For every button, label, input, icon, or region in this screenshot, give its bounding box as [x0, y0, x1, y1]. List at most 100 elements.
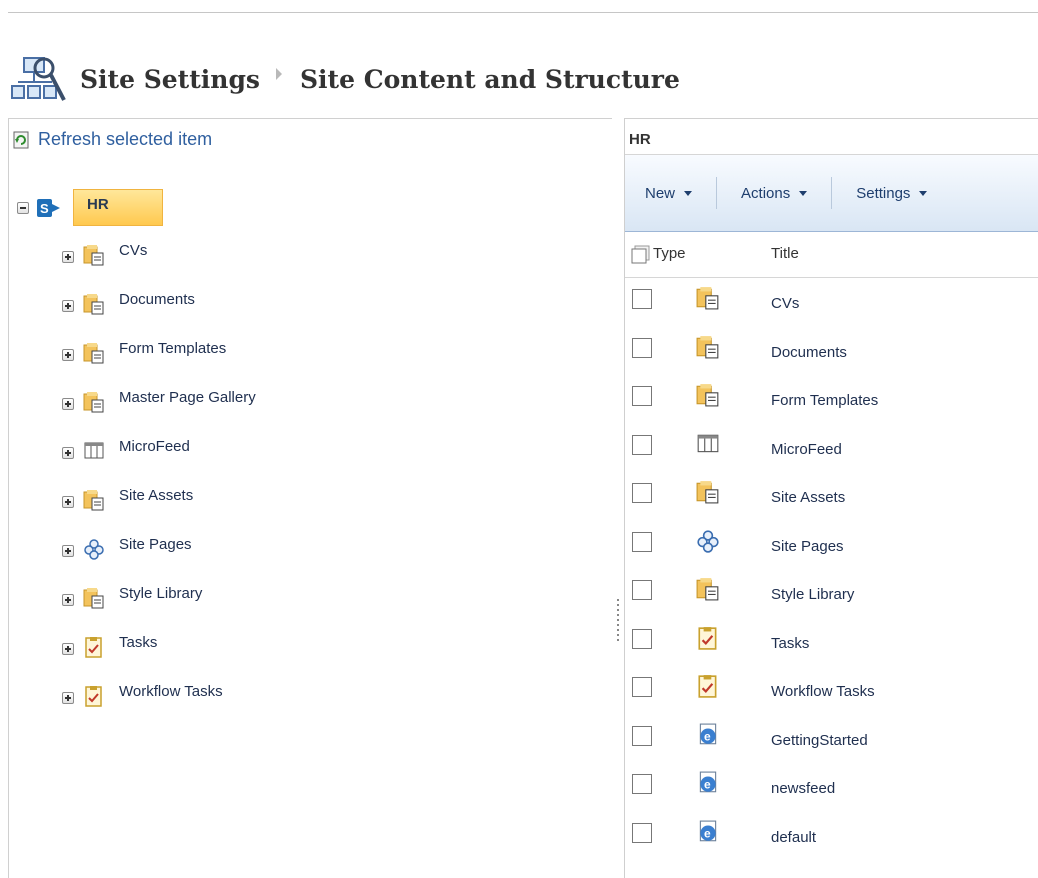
- row-checkbox[interactable]: [632, 580, 652, 600]
- page-title: Site Content and Structure: [300, 64, 680, 94]
- row-checkbox[interactable]: [632, 289, 652, 309]
- row-title-link[interactable]: GettingStarted: [771, 732, 868, 749]
- tasks-icon: [85, 637, 102, 658]
- site-hierarchy-icon: [11, 57, 66, 101]
- tree-item-workflow-tasks[interactable]: Workflow Tasks: [62, 682, 223, 708]
- row-checkbox[interactable]: [632, 822, 652, 843]
- row-title-link[interactable]: Site Assets: [771, 489, 845, 506]
- folder-document-icon: [83, 294, 104, 315]
- tree-pane: Refresh selected item S HR CVs Documents…: [8, 118, 612, 878]
- settings-menu-button[interactable]: Settings: [856, 185, 928, 202]
- folder-document-icon: [696, 481, 719, 504]
- row-title-link[interactable]: newsfeed: [771, 780, 835, 797]
- refresh-icon: [13, 131, 29, 148]
- row-title-link[interactable]: default: [771, 829, 816, 846]
- select-all-icon[interactable]: [631, 245, 651, 265]
- folder-document-icon: [83, 343, 104, 364]
- new-menu-button[interactable]: New: [645, 184, 693, 202]
- dropdown-arrow-icon: [919, 190, 928, 196]
- expand-icon[interactable]: [62, 398, 74, 410]
- tree-item-master-page-gallery[interactable]: Master Page Gallery: [62, 389, 256, 414]
- list-row[interactable]: Site Assets: [625, 472, 1038, 521]
- row-title-link[interactable]: Documents: [771, 344, 847, 361]
- row-title-link[interactable]: CVs: [771, 295, 799, 312]
- new-label: New: [645, 184, 676, 202]
- web-page-icon: e: [699, 820, 717, 841]
- tree-item-label: Site Pages: [119, 535, 192, 553]
- row-checkbox[interactable]: [632, 628, 652, 649]
- tree-item-tasks[interactable]: Tasks: [62, 634, 157, 659]
- folder-document-icon: [83, 588, 104, 609]
- expand-icon[interactable]: [62, 594, 74, 606]
- expand-icon[interactable]: [62, 300, 74, 312]
- tree-item-site-assets[interactable]: Site Assets: [62, 487, 193, 512]
- list-row[interactable]: CVs: [625, 278, 1038, 327]
- refresh-label: Refresh selected item: [38, 129, 213, 149]
- web-page-icon: e: [699, 771, 717, 793]
- list-row[interactable]: Documents: [625, 327, 1038, 376]
- list-row[interactable]: Site Pages: [625, 521, 1038, 570]
- content-pane: HR New Actions Settings Type Title CVs D…: [624, 118, 1038, 878]
- row-title-link[interactable]: Form Templates: [771, 392, 878, 409]
- site-pages-icon: [697, 529, 719, 553]
- tree-item-form-templates[interactable]: Form Templates: [62, 339, 227, 365]
- expand-icon[interactable]: [62, 545, 74, 557]
- content-pane-title: HR: [625, 118, 1038, 155]
- collapse-icon[interactable]: [17, 201, 29, 214]
- tree-item-microfeed[interactable]: MicroFeed: [62, 437, 190, 463]
- list-row[interactable]: e newsfeed: [625, 763, 1038, 812]
- expand-icon[interactable]: [62, 692, 74, 704]
- row-title-link[interactable]: Style Library: [771, 586, 854, 603]
- folder-document-icon: [696, 335, 719, 358]
- tree-item-documents[interactable]: Documents: [62, 291, 195, 316]
- list-row[interactable]: e default: [625, 812, 1038, 861]
- list-icon: [697, 434, 719, 452]
- list-header: Type Title: [625, 232, 1038, 278]
- row-title-link[interactable]: Tasks: [771, 635, 809, 652]
- expand-icon[interactable]: [62, 251, 74, 263]
- tree-item-site-pages[interactable]: Site Pages: [62, 535, 192, 561]
- tree-item-label: Form Templates: [119, 339, 227, 357]
- site-pages-icon: [84, 539, 104, 560]
- row-checkbox[interactable]: [632, 725, 652, 746]
- expand-icon[interactable]: [62, 496, 74, 508]
- refresh-selected-item-link[interactable]: Refresh selected item: [13, 129, 212, 150]
- tree-item-cvs[interactable]: CVs: [62, 242, 147, 267]
- row-checkbox[interactable]: [632, 337, 652, 358]
- row-checkbox[interactable]: [632, 677, 652, 697]
- actions-menu-button[interactable]: Actions: [741, 185, 808, 202]
- tree-item-label: Style Library: [119, 584, 203, 602]
- tasks-icon: [85, 686, 102, 707]
- column-header-type[interactable]: Type: [653, 245, 686, 262]
- breadcrumb-site-settings[interactable]: Site Settings: [80, 65, 260, 94]
- pane-splitter[interactable]: [612, 118, 624, 878]
- row-checkbox[interactable]: [632, 774, 652, 794]
- list-row[interactable]: Tasks: [625, 618, 1038, 667]
- tasks-icon: [698, 626, 717, 650]
- tree-root-hr[interactable]: S HR: [17, 189, 163, 226]
- row-title-link[interactable]: MicroFeed: [771, 441, 842, 458]
- list-row[interactable]: Form Templates: [625, 375, 1038, 424]
- row-checkbox[interactable]: [632, 483, 652, 503]
- expand-icon[interactable]: [62, 447, 74, 459]
- row-checkbox[interactable]: [632, 386, 652, 406]
- list-row[interactable]: Workflow Tasks: [625, 666, 1038, 715]
- folder-document-icon: [696, 287, 719, 310]
- tree-item-style-library[interactable]: Style Library: [62, 584, 203, 610]
- splitter-grip-icon[interactable]: [617, 599, 619, 641]
- tree-item-label: Workflow Tasks: [119, 682, 223, 700]
- list-row[interactable]: e GettingStarted: [625, 715, 1038, 764]
- list-row[interactable]: Style Library: [625, 569, 1038, 618]
- expand-icon[interactable]: [62, 643, 74, 655]
- row-title-link[interactable]: Workflow Tasks: [771, 683, 875, 700]
- tree-item-label: MicroFeed: [119, 437, 190, 455]
- list-row[interactable]: MicroFeed: [625, 424, 1038, 473]
- tree-root-hr-label[interactable]: HR: [73, 189, 163, 226]
- row-checkbox[interactable]: [632, 434, 652, 455]
- row-title-link[interactable]: Site Pages: [771, 538, 844, 555]
- toolbar-separator: [831, 177, 833, 209]
- row-checkbox[interactable]: [632, 531, 652, 552]
- column-header-title[interactable]: Title: [771, 245, 799, 262]
- expand-icon[interactable]: [62, 349, 74, 361]
- dropdown-arrow-icon: [684, 190, 693, 196]
